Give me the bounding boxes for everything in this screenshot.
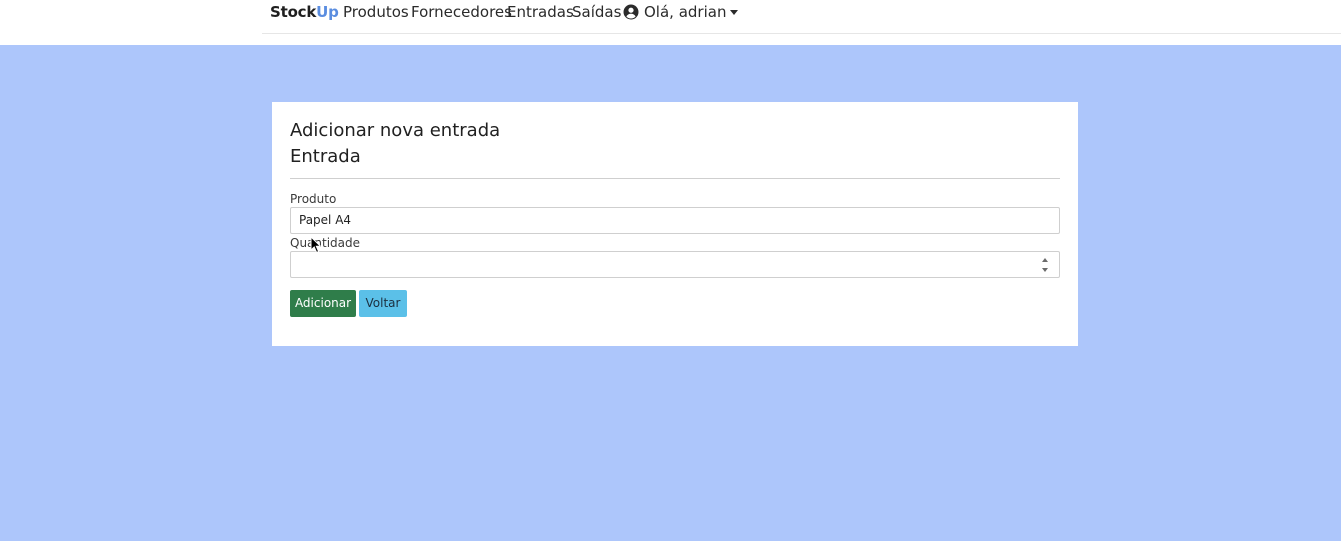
spinner-down-icon[interactable] [1042,268,1048,272]
spinner-up-icon[interactable] [1042,258,1048,262]
brand-text-stock: Stock [270,3,317,21]
number-spinner-icon[interactable] [1041,258,1049,272]
brand-text-up: Up [316,3,339,21]
nav-link-produtos[interactable]: Produtos [343,2,409,22]
user-menu-dropdown[interactable]: Olá, adrian [623,2,739,22]
produto-label: Produto [290,192,337,206]
quantidade-input[interactable] [290,251,1060,278]
quantidade-label: Quantidade [290,236,361,250]
title-divider [290,178,1060,179]
produto-select[interactable]: Papel A4 [290,207,1060,234]
page-title: Adicionar nova entrada [290,120,501,141]
adicionar-button[interactable]: Adicionar [290,290,356,317]
page-subtitle: Entrada [290,146,361,167]
nav-link-fornecedores[interactable]: Fornecedores [411,2,512,22]
voltar-button[interactable]: Voltar [359,290,407,317]
user-circle-icon [623,4,639,20]
brand-logo[interactable]: StockUp [270,2,339,22]
caret-down-icon [730,9,739,15]
user-greeting: Olá, adrian [644,3,727,21]
nav-link-saidas[interactable]: Saídas [572,2,621,22]
nav-link-entradas[interactable]: Entradas [507,2,574,22]
navbar-divider [262,33,1341,34]
mouse-cursor-icon [310,236,322,254]
